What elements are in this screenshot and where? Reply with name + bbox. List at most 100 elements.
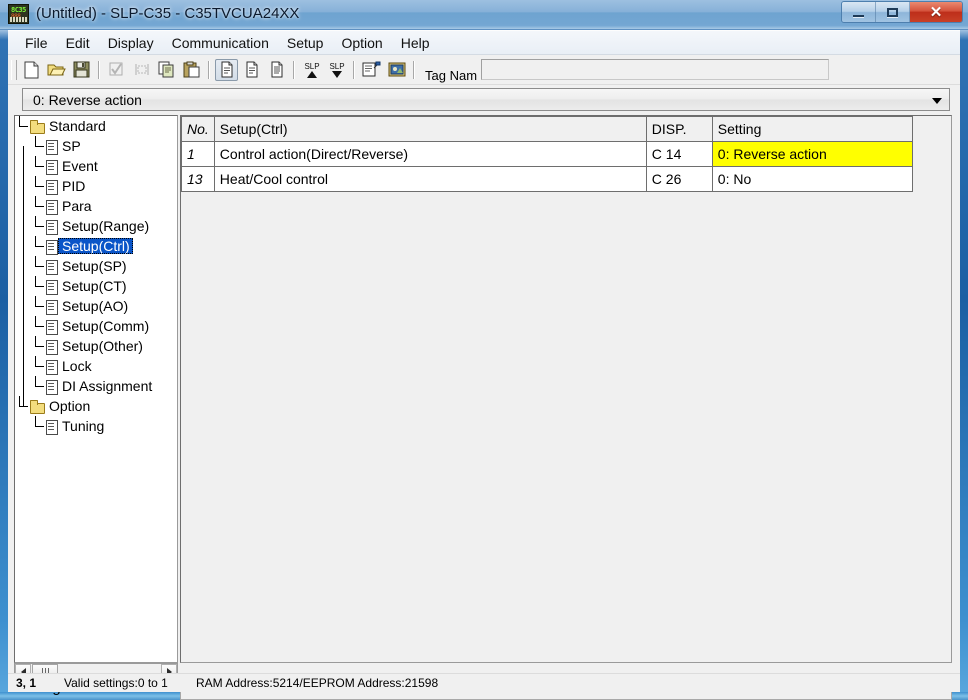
- detail-view-button[interactable]: [240, 59, 263, 81]
- settings-table: No. Setup(Ctrl) DISP. Setting 1 Control …: [181, 116, 913, 192]
- save-disk-icon: [73, 61, 90, 78]
- chevron-down-icon[interactable]: [932, 98, 942, 104]
- tree-item-setup-ctrl[interactable]: Setup(Ctrl): [15, 236, 177, 266]
- status-addresses: RAM Address:5214/EEPROM Address:21598: [196, 676, 439, 690]
- folder-icon: [29, 119, 45, 134]
- cell-setting[interactable]: 0: Reverse action: [711, 141, 913, 167]
- tree-item-label: Setup(SP): [62, 258, 127, 274]
- column-header-name[interactable]: Setup(Ctrl): [213, 116, 647, 142]
- paste-button[interactable]: [180, 59, 203, 81]
- menu-item-setup[interactable]: Setup: [278, 33, 333, 53]
- image-icon: [388, 62, 405, 77]
- document-icon: [45, 379, 58, 395]
- document-active-icon: [221, 61, 232, 78]
- tag-name-input[interactable]: [481, 59, 830, 80]
- menu-item-display[interactable]: Display: [99, 33, 163, 53]
- properties-button[interactable]: [360, 59, 383, 81]
- client-area: File Edit Display Communication Setup Op…: [8, 30, 960, 700]
- save-button[interactable]: [70, 59, 93, 81]
- tree-item-setup-ao[interactable]: Setup(AO): [15, 296, 177, 326]
- tree-item-para[interactable]: Para: [15, 196, 177, 226]
- document-icon: [45, 319, 58, 335]
- cell-name: Heat/Cool control: [213, 166, 647, 192]
- tree-elbow: [31, 316, 45, 336]
- tree-item-setup-ct[interactable]: Setup(CT): [15, 276, 177, 306]
- document-icon: [45, 279, 58, 295]
- slp-upload-button[interactable]: SLP: [300, 59, 323, 81]
- document-icon: [45, 299, 58, 315]
- document-icon: [45, 219, 58, 235]
- title-bar[interactable]: 8C35 888 (Untitled) - SLP-C35 - C35TVCUA…: [0, 0, 968, 30]
- monitor-button[interactable]: [385, 59, 408, 81]
- tree-item-option[interactable]: Option: [15, 396, 177, 416]
- tree-elbow: [31, 276, 45, 296]
- tree-item-event[interactable]: Event: [15, 156, 177, 186]
- menu-item-communication[interactable]: Communication: [163, 33, 278, 53]
- new-file-button[interactable]: [20, 59, 43, 81]
- tree-item-setup-range[interactable]: Setup(Range): [15, 216, 177, 246]
- close-button[interactable]: ✕: [910, 2, 962, 22]
- tree-item-di-assignment[interactable]: DI Assignment: [15, 376, 177, 406]
- folder-icon: [29, 399, 45, 414]
- tree-elbow: [31, 336, 45, 356]
- toolbar-separator-1: [98, 60, 100, 79]
- status-coordinates: 3, 1: [16, 676, 37, 690]
- column-header-setting[interactable]: Setting: [711, 116, 913, 142]
- tree-item-label: DI Assignment: [62, 378, 153, 394]
- copy-button[interactable]: [155, 59, 178, 81]
- tree-item-label: Event: [62, 158, 98, 174]
- tree-item-setup-comm[interactable]: Setup(Comm): [15, 316, 177, 346]
- tree-elbow: [31, 176, 45, 196]
- select-area-button[interactable]: [130, 59, 153, 81]
- open-folder-icon: [47, 64, 66, 76]
- tree-item-sp[interactable]: SP: [15, 136, 177, 166]
- tree-elbow: [31, 416, 45, 436]
- column-header-disp[interactable]: DISP.: [645, 116, 713, 142]
- selection-combo-row: 0: Reverse action: [8, 85, 960, 113]
- cell-setting[interactable]: 0: No: [711, 166, 913, 192]
- document-icon: [45, 359, 58, 375]
- toolbar-grip[interactable]: [11, 59, 17, 80]
- menu-item-option[interactable]: Option: [332, 33, 391, 53]
- tree-item-tuning[interactable]: Tuning: [15, 416, 177, 436]
- tree-elbow: [31, 156, 45, 176]
- tree-item-label: Setup(CT): [62, 278, 127, 294]
- tree-item-label: Option: [49, 398, 91, 414]
- table-row[interactable]: 1 Control action(Direct/Reverse) C 14 0:…: [181, 141, 913, 167]
- setting-value-combobox[interactable]: 0: Reverse action: [22, 88, 950, 111]
- toolbar-separator-4: [353, 60, 355, 79]
- tree-item-label: Setup(Ctrl): [58, 238, 133, 254]
- open-file-button[interactable]: [45, 59, 68, 81]
- copy-icon: [158, 61, 173, 78]
- tree-item-pid[interactable]: PID: [15, 176, 177, 206]
- tree-item-lock[interactable]: Lock: [15, 356, 177, 386]
- document-icon: [45, 419, 58, 435]
- menu-item-help[interactable]: Help: [392, 33, 439, 53]
- text-view-button[interactable]: [265, 59, 288, 81]
- maximize-button[interactable]: [876, 2, 910, 22]
- tree-item-label: Setup(AO): [62, 298, 129, 314]
- cell-name: Control action(Direct/Reverse): [213, 141, 647, 167]
- menu-item-file[interactable]: File: [16, 33, 57, 53]
- minimize-button[interactable]: [842, 2, 876, 22]
- document-icon: [246, 61, 257, 78]
- table-row[interactable]: 13 Heat/Cool control C 26 0: No: [181, 166, 913, 192]
- tree-item-label: SP: [62, 138, 81, 154]
- tree-item-setup-other[interactable]: Setup(Other): [15, 336, 177, 366]
- document-lines-icon: [271, 61, 282, 78]
- list-view-button[interactable]: [215, 58, 238, 81]
- menu-item-edit[interactable]: Edit: [57, 33, 99, 53]
- tree-item-standard[interactable]: Standard: [15, 116, 177, 136]
- column-header-no[interactable]: No.: [181, 116, 215, 142]
- properties-icon: [362, 61, 381, 77]
- tree-elbow: [15, 396, 29, 416]
- verify-button[interactable]: [105, 59, 128, 81]
- cell-no: 13: [181, 166, 215, 192]
- navigation-tree[interactable]: Standard SP Event PID Para Setup(Range) …: [14, 115, 178, 663]
- tree-item-setup-sp[interactable]: Setup(SP): [15, 256, 177, 286]
- tree-elbow: [31, 236, 45, 256]
- window-frame-right-edge: [960, 0, 968, 700]
- app-icon[interactable]: 8C35 888: [8, 4, 29, 24]
- tree-item-label: Standard: [49, 118, 106, 134]
- slp-download-button[interactable]: SLP: [325, 59, 348, 81]
